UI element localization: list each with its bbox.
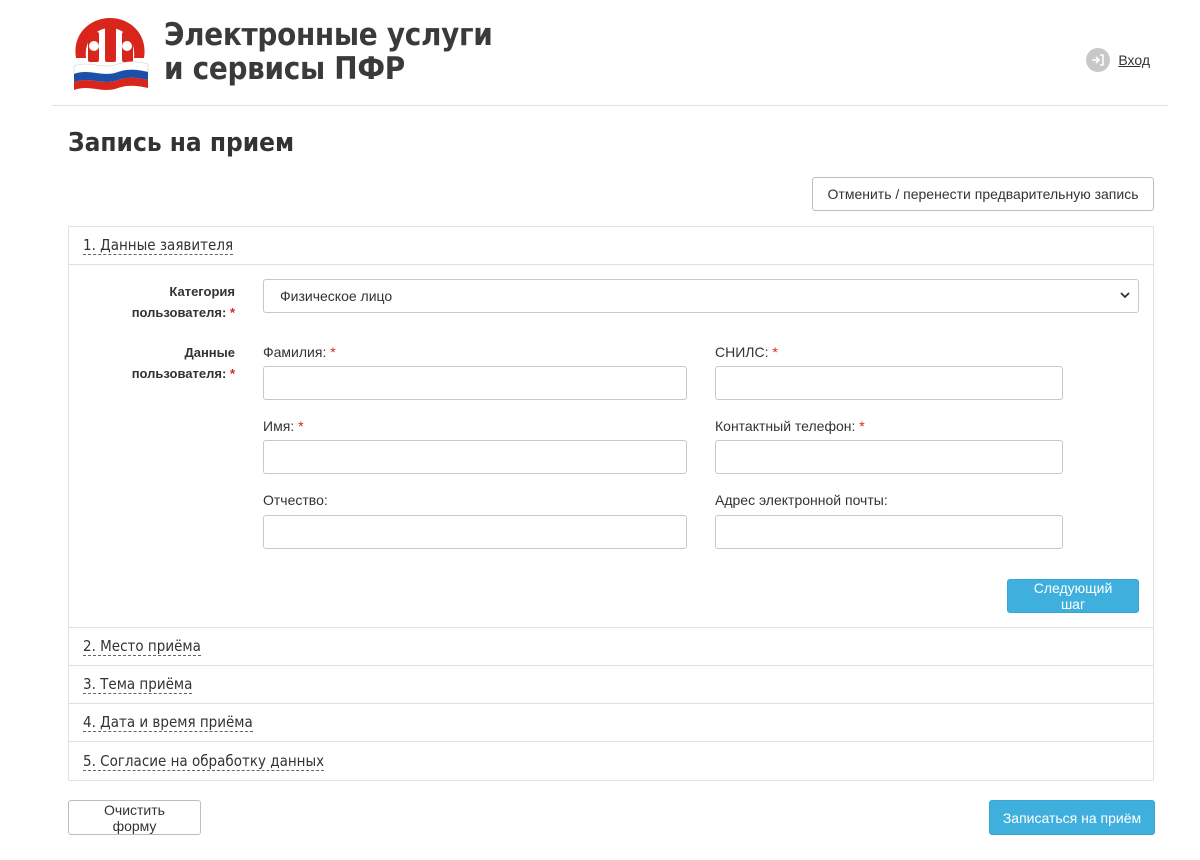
- step-header-applicant[interactable]: 1. Данные заявителя: [69, 227, 1153, 265]
- user-category-value: Физическое лицо: [280, 288, 393, 304]
- firstname-input[interactable]: [263, 440, 687, 474]
- step-label[interactable]: 2. Место приёма: [83, 637, 201, 656]
- step-label[interactable]: 3. Тема приёма: [83, 675, 193, 694]
- phone-label: Контактный телефон: *: [715, 418, 865, 434]
- page-title: Запись на прием: [68, 128, 295, 158]
- site-title-line1: Электронные услуги: [164, 17, 493, 53]
- step-body-applicant: Категория пользователя: * Физическое лиц…: [69, 265, 1153, 628]
- clear-form-button[interactable]: Очистить форму: [68, 800, 201, 835]
- step-header-topic[interactable]: 3. Тема приёма: [69, 666, 1153, 704]
- steps-accordion: 1. Данные заявителя Категория пользовате…: [68, 226, 1154, 781]
- email-input[interactable]: [715, 515, 1063, 549]
- snils-label: СНИЛС: *: [715, 344, 778, 360]
- step-label[interactable]: 5. Согласие на обработку данных: [83, 752, 325, 771]
- site-title[interactable]: Электронные услуги и сервисы ПФР: [164, 17, 493, 87]
- user-category-select[interactable]: Физическое лицо: [263, 279, 1139, 313]
- lastname-input[interactable]: [263, 366, 687, 400]
- step-label[interactable]: 1. Данные заявителя: [83, 236, 234, 255]
- pfr-logo-icon[interactable]: [68, 12, 152, 96]
- login-label: Вход: [1118, 52, 1150, 68]
- site-header: Электронные услуги и сервисы ПФР Вход: [52, 0, 1168, 106]
- user-data-label: Данные пользователя: *: [131, 345, 235, 381]
- chevron-down-icon: [1120, 292, 1130, 299]
- lastname-label: Фамилия: *: [263, 344, 336, 360]
- step-label[interactable]: 4. Дата и время приёма: [83, 713, 253, 732]
- firstname-label: Имя: *: [263, 418, 304, 434]
- submit-appointment-button[interactable]: Записаться на приём: [989, 800, 1155, 835]
- patronymic-label: Отчество:: [263, 492, 328, 508]
- step-header-consent[interactable]: 5. Согласие на обработку данных: [69, 742, 1153, 780]
- snils-input[interactable]: [715, 366, 1063, 400]
- step-header-place[interactable]: 2. Место приёма: [69, 628, 1153, 666]
- login-link[interactable]: Вход: [1086, 48, 1150, 72]
- step-header-datetime[interactable]: 4. Дата и время приёма: [69, 704, 1153, 742]
- login-icon: [1086, 48, 1111, 72]
- patronymic-input[interactable]: [263, 515, 687, 549]
- cancel-appointment-button[interactable]: Отменить / перенести предварительную зап…: [812, 177, 1154, 211]
- category-label: Категория пользователя: *: [131, 284, 235, 320]
- site-title-line2: и сервисы ПФР: [164, 51, 405, 87]
- phone-input[interactable]: [715, 440, 1063, 474]
- next-step-button[interactable]: Следующий шаг: [1007, 579, 1139, 613]
- email-label: Адрес электронной почты:: [715, 492, 888, 508]
